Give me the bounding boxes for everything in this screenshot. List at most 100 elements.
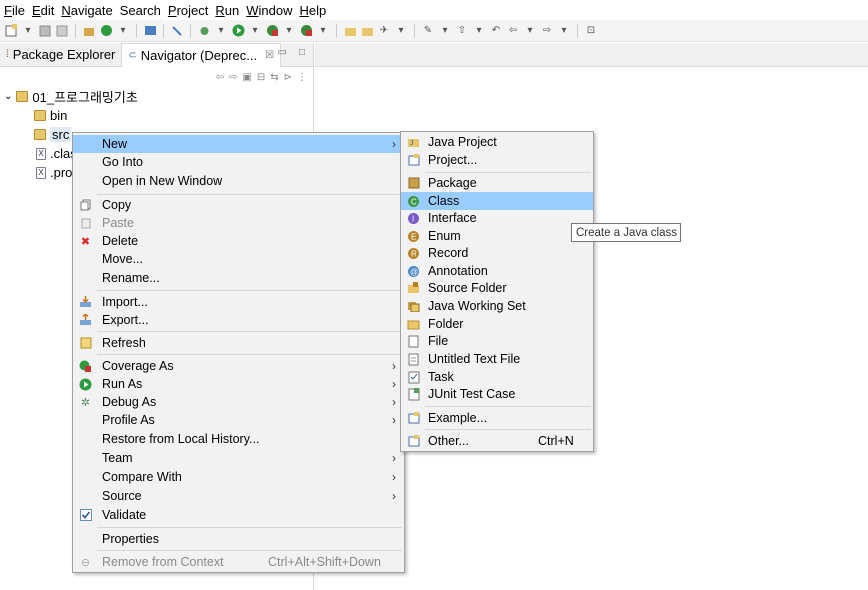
menu-item-project[interactable]: Project... — [401, 151, 593, 169]
rocket-icon[interactable]: ✈ — [377, 24, 391, 38]
dropdown-icon[interactable]: ▾ — [472, 24, 486, 38]
menu-item-new[interactable]: New › — [73, 135, 404, 153]
menu-item-file[interactable]: File — [401, 332, 593, 350]
menu-label: Source — [102, 489, 142, 503]
close-icon[interactable]: ☒ — [265, 50, 274, 61]
build-icon[interactable] — [82, 24, 96, 38]
dropdown-icon[interactable]: ▾ — [557, 24, 571, 38]
chevron-down-icon[interactable]: ⌄ — [4, 91, 12, 102]
menu-item-enum[interactable]: E Enum — [401, 227, 593, 245]
menu-item-restore-history[interactable]: Restore from Local History... — [73, 430, 404, 448]
menu-separator — [97, 331, 402, 332]
up-icon[interactable]: ▣ — [242, 72, 251, 83]
menu-item-junit-test-case[interactable]: JUnit Test Case — [401, 385, 593, 403]
run-icon[interactable] — [231, 24, 245, 38]
open-folder-icon[interactable] — [360, 24, 374, 38]
menu-search[interactable]: Search — [120, 3, 161, 18]
menu-item-refresh[interactable]: Refresh — [73, 334, 404, 352]
menu-label: JUnit Test Case — [428, 387, 516, 401]
dropdown-icon[interactable]: ▾ — [438, 24, 452, 38]
maximize-icon[interactable]: □ — [299, 47, 305, 58]
menu-item-java-project[interactable]: J Java Project — [401, 133, 593, 151]
menu-item-source-folder[interactable]: Source Folder — [401, 279, 593, 297]
prev-annotation-icon[interactable]: ⇧ — [455, 24, 469, 38]
menu-item-untitled-text-file[interactable]: Untitled Text File — [401, 350, 593, 368]
focus-icon[interactable]: ⊳ — [284, 72, 292, 83]
view-menu-icon[interactable]: ⋮ — [297, 72, 307, 83]
tree-project[interactable]: ⌄ 01_프로그래밍기초 — [0, 87, 313, 106]
pin-icon[interactable]: ⊡ — [584, 24, 598, 38]
chevron-right-icon: › — [392, 395, 396, 409]
menu-label: Record — [428, 246, 469, 260]
menu-window[interactable]: Window — [246, 3, 292, 18]
new-java-project-icon[interactable] — [343, 24, 357, 38]
enum-icon: E — [407, 230, 420, 243]
new-icon[interactable] — [4, 24, 18, 38]
menu-item-profile-as[interactable]: Profile As › — [73, 411, 404, 429]
menu-item-export[interactable]: Export... — [73, 311, 404, 329]
dropdown-icon[interactable]: ▾ — [116, 24, 130, 38]
menu-item-java-working-set[interactable]: Java Working Set — [401, 297, 593, 315]
menu-item-open-new-window[interactable]: Open in New Window — [73, 172, 404, 190]
annotation-icon[interactable]: ✎ — [421, 24, 435, 38]
xml-file-icon: X — [36, 166, 46, 179]
dropdown-icon[interactable]: ▾ — [316, 24, 330, 38]
editor-tab-strip — [315, 43, 868, 67]
menu-item-import[interactable]: Import... — [73, 293, 404, 311]
menu-help[interactable]: Help — [299, 3, 326, 18]
dropdown-icon[interactable]: ▾ — [214, 24, 228, 38]
save-all-icon[interactable] — [55, 24, 69, 38]
menu-item-class[interactable]: C Class — [401, 192, 593, 210]
toolbar-separator — [136, 23, 137, 38]
menu-item-properties[interactable]: Properties — [73, 530, 404, 548]
menu-item-package[interactable]: Package — [401, 174, 593, 192]
dropdown-icon[interactable]: ▾ — [394, 24, 408, 38]
dropdown-icon[interactable]: ▾ — [21, 24, 35, 38]
menu-item-source[interactable]: Source › — [73, 487, 404, 505]
coverage-icon[interactable] — [99, 24, 113, 38]
menu-edit[interactable]: Edit — [32, 3, 54, 18]
minimize-icon[interactable]: ▭ — [278, 47, 287, 58]
menu-item-go-into[interactable]: Go Into — [73, 153, 404, 171]
coverage-run-icon[interactable] — [265, 24, 279, 38]
menu-item-debug-as[interactable]: ✲ Debug As › — [73, 393, 404, 411]
menu-item-coverage-as[interactable]: Coverage As › — [73, 357, 404, 375]
menu-item-move[interactable]: Move... — [73, 250, 404, 268]
debug-icon[interactable] — [197, 24, 211, 38]
menu-item-example[interactable]: Example... — [401, 409, 593, 427]
dropdown-icon[interactable]: ▾ — [248, 24, 262, 38]
save-icon[interactable] — [38, 24, 52, 38]
collapse-all-icon[interactable]: ⊟ — [257, 72, 265, 83]
dropdown-icon[interactable]: ▾ — [523, 24, 537, 38]
menu-item-interface[interactable]: I Interface — [401, 209, 593, 227]
menu-item-validate[interactable]: Validate — [73, 506, 404, 524]
terminal-icon[interactable] — [143, 24, 157, 38]
forward-icon[interactable]: ⇨ — [229, 72, 237, 83]
dropdown-icon[interactable]: ▾ — [282, 24, 296, 38]
menu-item-annotation[interactable]: @ Annotation — [401, 262, 593, 280]
menu-item-rename[interactable]: Rename... — [73, 269, 404, 287]
menu-navigate[interactable]: Navigate — [61, 3, 112, 18]
menu-item-record[interactable]: R Record — [401, 244, 593, 262]
menu-item-task[interactable]: Task — [401, 368, 593, 386]
menu-project[interactable]: Project — [168, 3, 208, 18]
tab-navigator[interactable]: ⊂ Navigator (Deprec... ☒ — [121, 42, 282, 67]
tab-package-explorer[interactable]: ⁞ Package Explorer — [0, 43, 121, 67]
skip-breakpoints-icon[interactable] — [170, 24, 184, 38]
menu-item-team[interactable]: Team › — [73, 449, 404, 467]
forward-icon[interactable]: ⇨ — [540, 24, 554, 38]
tree-item-bin[interactable]: bin — [0, 106, 313, 125]
link-editor-icon[interactable]: ⇆ — [270, 72, 278, 83]
menu-item-copy[interactable]: Copy — [73, 196, 404, 214]
menu-item-compare-with[interactable]: Compare With › — [73, 468, 404, 486]
last-edit-icon[interactable]: ↶ — [489, 24, 503, 38]
external-tools-icon[interactable] — [299, 24, 313, 38]
menu-file[interactable]: File — [4, 3, 25, 18]
menu-item-run-as[interactable]: Run As › — [73, 375, 404, 393]
menu-item-delete[interactable]: ✖ Delete — [73, 232, 404, 250]
menu-item-other[interactable]: Other... Ctrl+N — [401, 432, 593, 450]
back-icon[interactable]: ⇦ — [506, 24, 520, 38]
menu-item-folder[interactable]: Folder — [401, 315, 593, 333]
back-icon[interactable]: ⇦ — [216, 72, 224, 83]
menu-run[interactable]: Run — [215, 3, 239, 18]
